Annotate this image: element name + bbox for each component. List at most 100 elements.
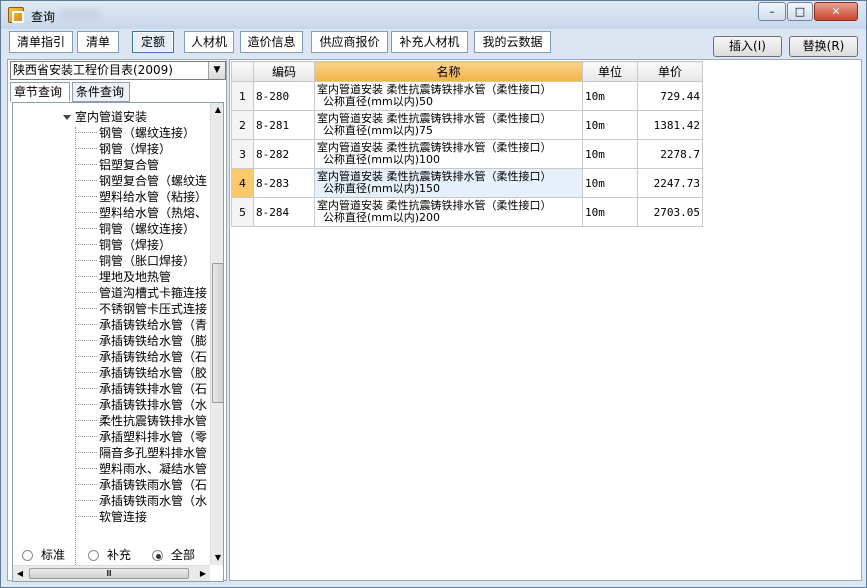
radio-all[interactable]: 全部	[152, 547, 195, 563]
tab-bill-guide[interactable]: 清单指引	[9, 31, 73, 53]
results-table: 编码 名称 单位 单价 1 8-280 室内管道安装 柔性抗震铸铁排水管（柔性接口）…	[231, 61, 703, 227]
unit-cell[interactable]: 10m	[582, 197, 638, 227]
code-cell[interactable]: 8-283	[253, 168, 315, 198]
tree-item-label: 钢管（焊接）	[99, 141, 172, 156]
table-row[interactable]: 5 8-284 室内管道安装 柔性抗震铸铁排水管（柔性接口） 公称直径(mm以内)20…	[231, 197, 703, 227]
table-row[interactable]: 1 8-280 室内管道安装 柔性抗震铸铁排水管（柔性接口） 公称直径(mm以内)50…	[231, 81, 703, 111]
chevron-down-icon[interactable]: ▼	[208, 62, 225, 79]
tree-item[interactable]: 柔性抗震铸铁排水管	[75, 412, 207, 428]
tree-item[interactable]: 管道沟槽式卡箍连接	[75, 284, 207, 300]
maximize-button[interactable]: □	[787, 2, 813, 21]
row-number-cell[interactable]: 1	[231, 81, 254, 111]
unit-cell[interactable]: 10m	[582, 139, 638, 169]
tree-item[interactable]: 承插铸铁雨水管（水	[75, 492, 207, 508]
unit-cell[interactable]: 10m	[582, 168, 638, 198]
row-number-cell[interactable]: 4	[231, 168, 254, 198]
table-row[interactable]: 4 8-283 室内管道安装 柔性抗震铸铁排水管（柔性接口） 公称直径(mm以内)15…	[231, 168, 703, 198]
tree-item[interactable]: 铝塑复合管	[75, 156, 159, 172]
tree-item[interactable]: 软管连接	[75, 508, 147, 524]
tab-bill[interactable]: 清单	[77, 31, 119, 53]
tree-connector	[75, 404, 97, 405]
tree-node-root[interactable]: 室内管道安装	[63, 108, 147, 125]
scroll-thumb-horizontal[interactable]: Ⅲ	[29, 568, 189, 579]
price-cell[interactable]: 2703.05	[637, 197, 703, 227]
tree-horizontal-scrollbar[interactable]: ◀ Ⅲ ▶	[13, 565, 210, 581]
price-cell[interactable]: 1381.42	[637, 110, 703, 140]
scroll-up-icon[interactable]: ▲	[211, 103, 223, 117]
table-row[interactable]: 2 8-281 室内管道安装 柔性抗震铸铁排水管（柔性接口） 公称直径(mm以内)75…	[231, 110, 703, 140]
tree-connector	[75, 436, 97, 437]
tree-item[interactable]: 不锈钢管卡压式连接	[75, 300, 207, 316]
close-button[interactable]: ✕	[814, 2, 858, 21]
tab-labor-material-machine[interactable]: 人材机	[184, 31, 234, 53]
code-cell[interactable]: 8-280	[253, 81, 315, 111]
code-cell[interactable]: 8-282	[253, 139, 315, 169]
tab-supplier-quote[interactable]: 供应商报价	[311, 31, 388, 53]
tree-item[interactable]: 承插铸铁给水管（石	[75, 348, 207, 364]
replace-button[interactable]: 替换(R)	[789, 36, 858, 57]
unit-cell[interactable]: 10m	[582, 110, 638, 140]
tab-chapter-query[interactable]: 章节查询	[10, 82, 70, 102]
tab-cost-info[interactable]: 造价信息	[240, 31, 303, 53]
price-cell[interactable]: 729.44	[637, 81, 703, 111]
scroll-thumb[interactable]	[212, 263, 223, 403]
radio-circle-icon[interactable]	[22, 550, 33, 561]
tree-item[interactable]: 塑料给水管（热熔、	[75, 204, 207, 220]
header-name[interactable]: 名称	[314, 61, 583, 82]
tree-vertical-scrollbar[interactable]: ▲ ▼	[210, 103, 223, 565]
name-cell[interactable]: 室内管道安装 柔性抗震铸铁排水管（柔性接口） 公称直径(mm以内)50	[314, 81, 583, 111]
name-cell[interactable]: 室内管道安装 柔性抗震铸铁排水管（柔性接口） 公称直径(mm以内)100	[314, 139, 583, 169]
tree-item-label: 塑料给水管（粘接）	[99, 189, 208, 204]
scroll-right-icon[interactable]: ▶	[196, 566, 210, 581]
tree-item[interactable]: 承插铸铁排水管（石	[75, 380, 207, 396]
expand-triangle-icon[interactable]	[63, 115, 71, 120]
row-number-cell[interactable]: 2	[231, 110, 254, 140]
tree-item[interactable]: 承插铸铁给水管（胶	[75, 364, 207, 380]
tree-item[interactable]: 钢管（螺纹连接）	[75, 124, 195, 140]
radio-standard[interactable]: 标准	[22, 547, 65, 563]
tree-item-label: 铜管（螺纹连接）	[99, 221, 196, 236]
unit-cell[interactable]: 10m	[582, 81, 638, 111]
tab-supplement-lmm[interactable]: 补充人材机	[391, 31, 468, 53]
name-cell[interactable]: 室内管道安装 柔性抗震铸铁排水管（柔性接口） 公称直径(mm以内)150	[314, 168, 583, 198]
tree-item[interactable]: 钢塑复合管（螺纹连	[75, 172, 207, 188]
tree-item[interactable]: 铜管（胀口焊接）	[75, 252, 195, 268]
tree-connector	[75, 180, 97, 181]
tree-item[interactable]: 隔音多孔塑料排水管	[75, 444, 207, 460]
tree-item[interactable]: 承插铸铁给水管（青	[75, 316, 207, 332]
radio-supplement[interactable]: 补充	[88, 547, 131, 563]
row-number-cell[interactable]: 3	[231, 139, 254, 169]
tree-item[interactable]: 承插铸铁雨水管（石	[75, 476, 207, 492]
name-cell[interactable]: 室内管道安装 柔性抗震铸铁排水管（柔性接口） 公称直径(mm以内)75	[314, 110, 583, 140]
tab-condition-query[interactable]: 条件查询	[72, 82, 130, 102]
radio-circle-icon[interactable]	[88, 550, 99, 561]
scroll-down-icon[interactable]: ▼	[211, 551, 223, 565]
row-number-cell[interactable]: 5	[231, 197, 254, 227]
tree-item[interactable]: 埋地及地热管	[75, 268, 171, 284]
name-cell[interactable]: 室内管道安装 柔性抗震铸铁排水管（柔性接口） 公称直径(mm以内)200	[314, 197, 583, 227]
tree-item[interactable]: 承插铸铁排水管（水	[75, 396, 207, 412]
insert-button[interactable]: 插入(I)	[713, 36, 782, 57]
tree-item[interactable]: 铜管（焊接）	[75, 236, 171, 252]
minimize-button[interactable]: –	[758, 2, 786, 21]
tree-item[interactable]: 塑料给水管（粘接）	[75, 188, 207, 204]
radio-circle-checked-icon[interactable]	[152, 550, 163, 561]
tree-item-label: 塑料给水管（热熔、	[99, 205, 208, 220]
code-cell[interactable]: 8-284	[253, 197, 315, 227]
tab-quota[interactable]: 定额	[132, 31, 174, 53]
tree-item[interactable]: 塑料雨水、凝结水管	[75, 460, 207, 476]
header-unit[interactable]: 单位	[582, 61, 638, 82]
tree-item[interactable]: 承插铸铁给水管（膨	[75, 332, 207, 348]
tab-my-cloud-data[interactable]: 我的云数据	[474, 31, 551, 53]
tree-item[interactable]: 钢管（焊接）	[75, 140, 171, 156]
code-cell[interactable]: 8-281	[253, 110, 315, 140]
library-select[interactable]: 陕西省安装工程价目表(2009) ▼	[10, 61, 226, 80]
header-price[interactable]: 单价	[637, 61, 703, 82]
price-cell[interactable]: 2247.73	[637, 168, 703, 198]
tree-item[interactable]: 承插塑料排水管（零	[75, 428, 207, 444]
tree-item[interactable]: 铜管（螺纹连接）	[75, 220, 195, 236]
scroll-left-icon[interactable]: ◀	[13, 566, 27, 581]
table-row[interactable]: 3 8-282 室内管道安装 柔性抗震铸铁排水管（柔性接口） 公称直径(mm以内)10…	[231, 139, 703, 169]
header-code[interactable]: 编码	[253, 61, 315, 82]
price-cell[interactable]: 2278.7	[637, 139, 703, 169]
